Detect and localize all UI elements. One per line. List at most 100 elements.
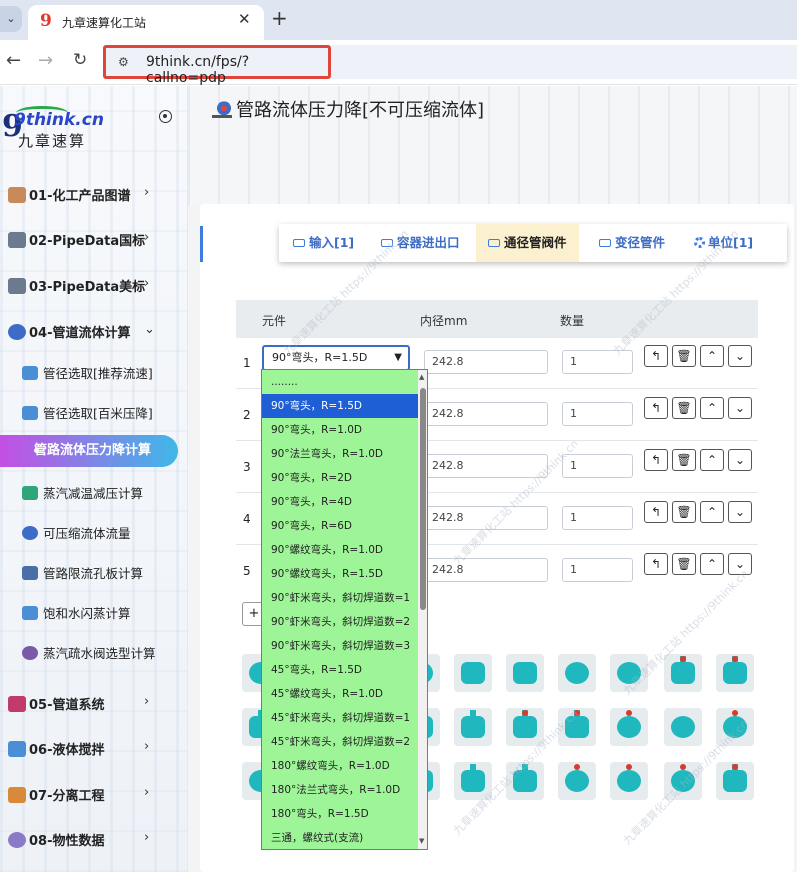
dropdown-option[interactable]: 45°虾米弯头，斜切焊道数=1 xyxy=(262,706,418,730)
sidebar-item-steam-desuperheat[interactable]: 蒸汽减温减压计算 xyxy=(22,483,143,505)
diameter-input[interactable]: 242.8 xyxy=(424,454,548,478)
dropdown-option[interactable]: 90°螺纹弯头，R=1.0D xyxy=(262,538,418,562)
sidebar-item-pressure-drop[interactable]: 管路流体压力降计算 xyxy=(0,435,178,467)
dropdown-option[interactable]: 90°法兰弯头，R=1.0D xyxy=(262,442,418,466)
diameter-input[interactable]: 242.8 xyxy=(424,402,548,426)
tab-input[interactable]: 输入[1] xyxy=(293,224,354,262)
move-down-icon[interactable]: ⌄ xyxy=(728,345,752,367)
sidebar-item-pipe-size-velocity[interactable]: 管径选取[推荐流速] xyxy=(22,363,153,385)
trash-icon[interactable]: 🗑 xyxy=(672,345,696,367)
url-field-extension[interactable] xyxy=(331,45,797,79)
insert-row-icon[interactable]: ↰ xyxy=(644,553,668,575)
fitting-ball-valve-icon[interactable] xyxy=(610,762,648,800)
dropdown-option[interactable]: 45°虾米弯头，斜切焊道数=2 xyxy=(262,730,418,754)
fitting-elbow-icon[interactable] xyxy=(506,654,544,692)
fitting-tee-icon[interactable] xyxy=(664,654,702,692)
new-tab-icon[interactable]: + xyxy=(271,6,288,30)
insert-row-icon[interactable]: ↰ xyxy=(644,501,668,523)
sidebar-item-orifice[interactable]: 管路限流孔板计算 xyxy=(22,563,143,585)
sidebar-section-06[interactable]: 06-液体搅拌 › xyxy=(8,739,149,763)
trash-icon[interactable]: 🗑 xyxy=(672,449,696,471)
logo[interactable]: 9 9think.cn 九章速算 xyxy=(2,106,122,150)
site-info-icon[interactable]: ⚙ xyxy=(118,55,129,69)
trash-icon[interactable]: 🗑 xyxy=(672,501,696,523)
reload-icon[interactable]: ↻ xyxy=(73,50,87,70)
dropdown-option[interactable]: 45°螺纹弯头，R=1.0D xyxy=(262,682,418,706)
sidebar-item-flash[interactable]: 饱和水闪蒸计算 xyxy=(22,603,131,625)
fitting-tee-icon[interactable] xyxy=(454,708,492,746)
insert-row-icon[interactable]: ↰ xyxy=(644,449,668,471)
move-up-icon[interactable]: ⌃ xyxy=(700,553,724,575)
insert-row-icon[interactable]: ↰ xyxy=(644,345,668,367)
dropdown-option[interactable]: 90°弯头，R=6D xyxy=(262,514,418,538)
dropdown-option[interactable]: ........ xyxy=(262,370,418,394)
fitting-tee-icon[interactable] xyxy=(716,654,754,692)
fitting-valve-icon[interactable] xyxy=(610,708,648,746)
move-up-icon[interactable]: ⌃ xyxy=(700,501,724,523)
fitting-butterfly-valve-icon[interactable] xyxy=(664,708,702,746)
fitting-cross-icon[interactable] xyxy=(716,762,754,800)
sidebar-item-steam-trap[interactable]: 蒸汽疏水阀选型计算 xyxy=(22,643,156,665)
quantity-input[interactable]: 1 xyxy=(562,402,633,426)
dropdown-option[interactable]: 三通，螺纹式(支流) xyxy=(262,826,418,849)
close-tab-icon[interactable]: ✕ xyxy=(238,10,251,28)
sidebar-section-02[interactable]: 02-PipeData国标 › xyxy=(8,230,149,254)
back-icon[interactable]: ← xyxy=(6,50,21,71)
dropdown-option[interactable]: 90°弯头，R=2D xyxy=(262,466,418,490)
tab-search-dropdown-icon[interactable]: ⌄ xyxy=(0,6,22,32)
dropdown-option[interactable]: 90°虾米弯头，斜切焊道数=1 xyxy=(262,586,418,610)
sidebar-section-03[interactable]: 03-PipeData美标 › xyxy=(8,276,149,300)
product-icon xyxy=(8,187,26,203)
diameter-input[interactable]: 242.8 xyxy=(424,558,548,582)
sidebar-section-07[interactable]: 07-分离工程 › xyxy=(8,785,149,809)
sidebar-item-pipe-size-pressure[interactable]: 管径选取[百米压降] xyxy=(22,403,153,425)
section-label: 07-分离工程 xyxy=(29,789,105,804)
scroll-up-icon[interactable]: ▲ xyxy=(419,373,424,381)
url-field[interactable]: ⚙ 9think.cn/fps/?callno=pdp xyxy=(103,45,331,86)
fitting-ball-valve-icon[interactable] xyxy=(558,762,596,800)
fitting-elbow-icon[interactable] xyxy=(454,654,492,692)
move-down-icon[interactable]: ⌄ xyxy=(728,501,752,523)
insert-row-icon[interactable]: ↰ xyxy=(644,397,668,419)
dropdown-option[interactable]: 180°弯头，R=1.5D xyxy=(262,802,418,826)
dropdown-scrollbar-thumb[interactable] xyxy=(420,388,426,610)
pressure-gauge-icon xyxy=(212,100,232,118)
dropdown-option[interactable]: 180°螺纹弯头，R=1.0D xyxy=(262,754,418,778)
sidebar-section-04[interactable]: 04-管道流体计算 ⌄ xyxy=(8,322,155,346)
fitting-bend-icon[interactable] xyxy=(558,654,596,692)
dropdown-option[interactable]: 90°弯头，R=4D xyxy=(262,490,418,514)
sidebar-section-01[interactable]: 01-化工产品图谱 › xyxy=(8,185,149,209)
chevron-right-icon: › xyxy=(144,230,150,245)
dropdown-option[interactable]: 90°虾米弯头，斜切焊道数=3 xyxy=(262,634,418,658)
move-up-icon[interactable]: ⌃ xyxy=(700,397,724,419)
dropdown-option[interactable]: 90°虾米弯头，斜切焊道数=2 xyxy=(262,610,418,634)
browser-tab[interactable]: 9 九章速算化工站 ✕ xyxy=(28,5,264,40)
move-down-icon[interactable]: ⌄ xyxy=(728,397,752,419)
tab-fittings[interactable]: 通径管阀件 xyxy=(476,224,579,262)
logo-brand-cn: 九章速算 xyxy=(18,132,87,150)
diameter-input[interactable]: 242.8 xyxy=(424,350,548,374)
section-label: 05-管道系统 xyxy=(29,698,105,713)
tab-reducers[interactable]: 变径管件 xyxy=(599,224,665,262)
dropdown-option[interactable]: 90°弯头，R=1.0D xyxy=(262,418,418,442)
move-up-icon[interactable]: ⌃ xyxy=(700,449,724,471)
dropdown-option[interactable]: 45°弯头，R=1.5D xyxy=(262,658,418,682)
sidebar-item-compressible-flow[interactable]: 可压缩流体流量 xyxy=(22,523,131,545)
target-icon[interactable] xyxy=(159,110,172,123)
dropdown-option[interactable]: 180°法兰式弯头，R=1.0D xyxy=(262,778,418,802)
forward-icon[interactable]: → xyxy=(38,50,53,71)
sidebar-section-05[interactable]: 05-管道系统 › xyxy=(8,694,149,718)
move-down-icon[interactable]: ⌄ xyxy=(728,449,752,471)
dropdown-option-selected[interactable]: 90°弯头，R=1.5D xyxy=(262,394,418,418)
quantity-input[interactable]: 1 xyxy=(562,454,633,478)
scroll-down-icon[interactable]: ▼ xyxy=(419,837,424,845)
trash-icon[interactable]: 🗑 xyxy=(672,397,696,419)
quantity-input[interactable]: 1 xyxy=(562,558,633,582)
move-up-icon[interactable]: ⌃ xyxy=(700,345,724,367)
dropdown-option[interactable]: 90°螺纹弯头，R=1.5D xyxy=(262,562,418,586)
quantity-input[interactable]: 1 xyxy=(562,506,633,530)
sidebar-section-08[interactable]: 08-物性数据 › xyxy=(8,830,149,854)
sidebar-item-label: 蒸汽疏水阀选型计算 xyxy=(43,646,156,661)
trash-icon[interactable]: 🗑 xyxy=(672,553,696,575)
component-dropdown-list[interactable]: ........ 90°弯头，R=1.5D 90°弯头，R=1.0D 90°法兰… xyxy=(261,369,428,850)
